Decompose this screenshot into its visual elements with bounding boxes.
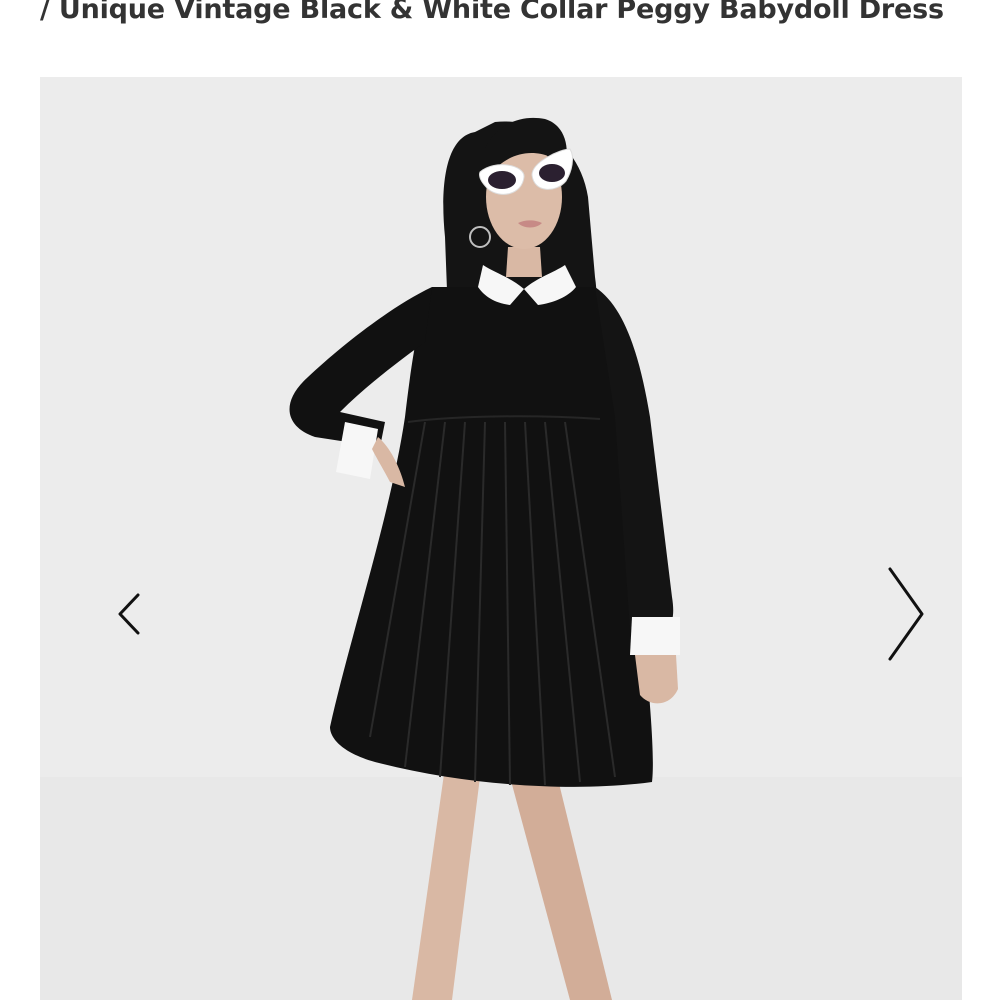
product-title: / Unique Vintage Black & White Collar Pe…	[40, 0, 944, 25]
previous-image-button[interactable]	[110, 589, 150, 639]
chevron-left-icon	[118, 593, 140, 635]
product-image-gallery[interactable]	[40, 77, 962, 1000]
product-page: / Unique Vintage Black & White Collar Pe…	[0, 0, 1000, 1000]
product-photo	[40, 77, 962, 1000]
next-image-button[interactable]	[878, 563, 930, 665]
chevron-right-icon	[888, 567, 924, 661]
